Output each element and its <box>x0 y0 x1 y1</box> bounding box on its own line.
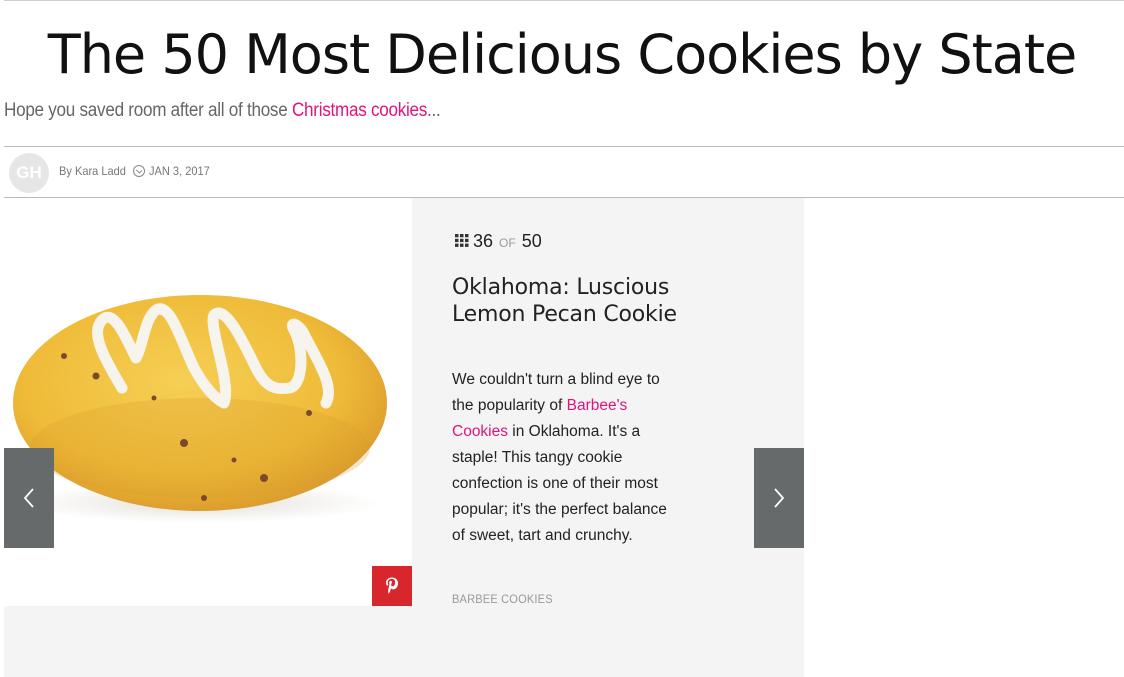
cookie-image <box>4 198 412 606</box>
slide-description: We couldn't turn a blind eye to the popu… <box>452 367 682 549</box>
article-dek: Hope you saved room after all of those C… <box>4 100 441 122</box>
pinterest-icon <box>386 577 398 594</box>
christmas-cookies-link[interactable]: Christmas cookies <box>292 100 427 121</box>
publish-date: JAN 3, 2017 <box>149 164 210 178</box>
chevron-right-icon <box>774 488 785 508</box>
image-credit: BARBEE COOKIES <box>452 592 553 606</box>
next-slide-button[interactable] <box>754 448 804 548</box>
byline-bar: GH By Kara Ladd JAN 3, 2017 <box>4 146 1124 198</box>
pinterest-share-button[interactable] <box>372 566 412 606</box>
top-divider <box>4 0 1124 1</box>
page-title: The 50 Most Delicious Cookies by State <box>47 23 1078 86</box>
avatar[interactable]: GH <box>9 153 49 193</box>
description-text: We couldn't turn a blind eye to the popu… <box>452 371 660 414</box>
total-slides-number: 50 <box>521 231 542 251</box>
counter-of-label: OF <box>499 236 516 250</box>
cookie-illustration <box>13 295 387 523</box>
author-name[interactable]: By Kara Ladd <box>59 164 126 178</box>
grid-icon[interactable] <box>455 234 469 247</box>
description-text-continued: in Oklahoma. It's a staple! This tangy c… <box>452 423 667 544</box>
chevron-left-icon <box>23 488 34 508</box>
dek-text: Hope you saved room after all of those <box>4 100 292 121</box>
slide-counter: 36 OF 50 <box>455 231 542 255</box>
clock-icon <box>133 165 145 177</box>
dek-ellipsis: ... <box>427 100 441 121</box>
avatar-initials: GH <box>16 163 42 182</box>
slide-title: Oklahoma: Luscious Lemon Pecan Cookie <box>452 275 677 327</box>
current-slide-number: 36 <box>473 231 494 251</box>
previous-slide-button[interactable] <box>4 448 54 548</box>
